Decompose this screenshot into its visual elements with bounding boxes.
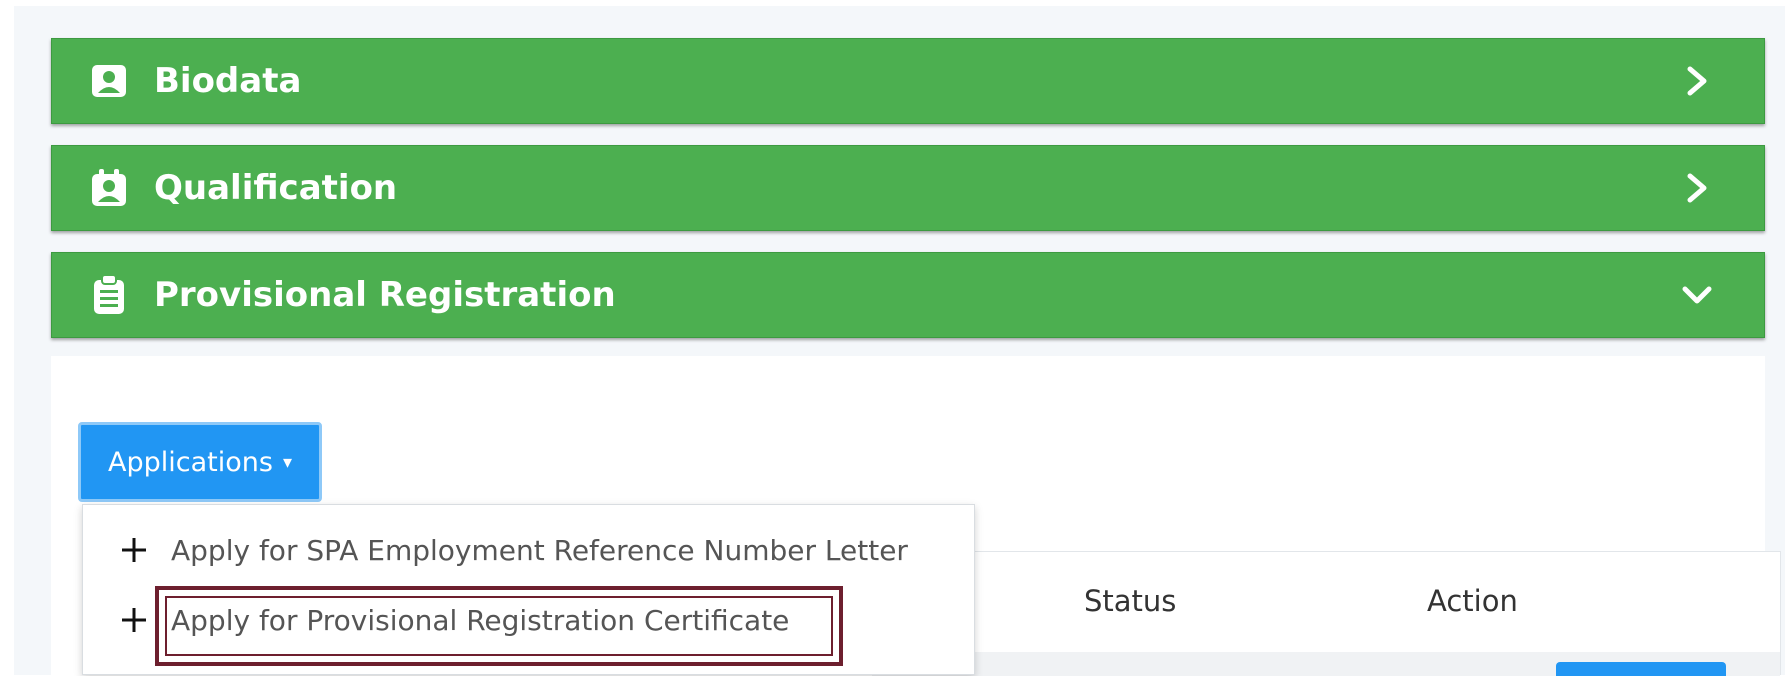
chevron-down-icon [1682,280,1712,310]
applications-button-label: Applications [108,446,273,478]
menu-item-apply-spa-employment-reference[interactable]: Apply for SPA Employment Reference Numbe… [83,519,974,581]
panel-biodata[interactable]: Biodata [51,38,1765,124]
column-header-action[interactable]: Action [1427,584,1518,618]
column-header-status[interactable]: Status [1084,584,1176,618]
panel-title: Qualification [154,168,398,208]
certificate-icon [90,169,128,207]
provisional-registration-content: ⇅ Status Action Applications ▾ Apply for… [51,356,1781,676]
chevron-right-icon [1682,66,1712,96]
panel-provisional-registration[interactable]: Provisional Registration [51,252,1765,338]
caret-down-icon: ▾ [282,451,292,473]
chevron-right-icon [1682,173,1712,203]
panel-qualification[interactable]: Qualification [51,145,1765,231]
applications-dropdown-menu: Apply for SPA Employment Reference Numbe… [82,504,975,675]
row-action-button[interactable] [1556,662,1726,676]
panel-title: Provisional Registration [154,275,616,315]
applications-table: ⇅ Status Action [871,551,1781,676]
plus-icon [119,535,149,565]
menu-item-apply-provisional-registration-certificate[interactable]: Apply for Provisional Registration Certi… [83,589,974,651]
applications-dropdown-button[interactable]: Applications ▾ [78,422,322,502]
plus-icon [119,605,149,635]
menu-item-label: Apply for SPA Employment Reference Numbe… [171,533,908,567]
clipboard-icon [90,275,128,314]
menu-item-label: Apply for Provisional Registration Certi… [171,603,790,637]
id-badge-icon [90,62,128,100]
panel-title: Biodata [154,61,302,101]
